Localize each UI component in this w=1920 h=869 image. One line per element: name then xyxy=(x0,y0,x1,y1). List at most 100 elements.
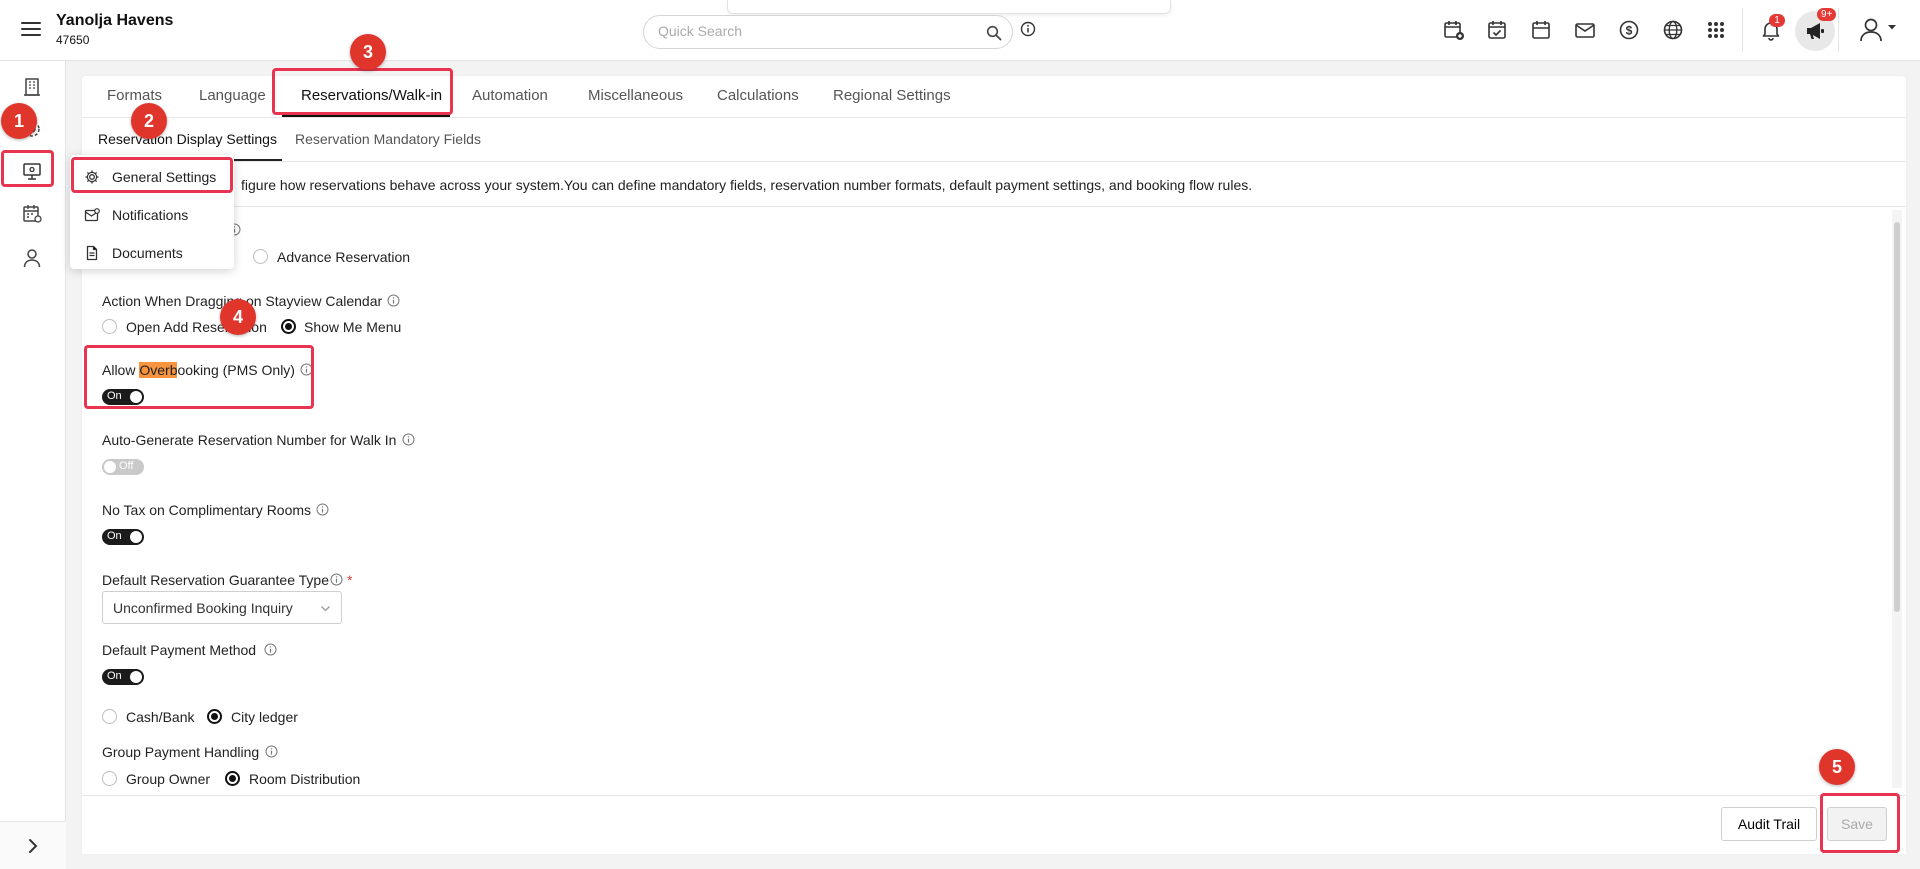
top-header: Yanolja Havens 47650 $ 1 9+ xyxy=(0,0,1920,61)
info-icon[interactable] xyxy=(300,363,313,376)
footer-divider xyxy=(82,795,1906,796)
room-distribution-label: Room Distribution xyxy=(249,771,361,787)
step-marker: 3 xyxy=(350,34,386,70)
label-text: Allow xyxy=(102,362,140,378)
svg-text:$: $ xyxy=(1626,24,1633,38)
menu-item-documents[interactable]: Documents xyxy=(70,235,234,271)
advance-reservation-radio[interactable] xyxy=(253,249,268,264)
cash-bank-radio[interactable] xyxy=(102,709,117,724)
tab-calculations[interactable]: Calculations xyxy=(717,87,799,104)
search-highlight: Overb xyxy=(139,362,178,378)
toggle-state: On xyxy=(107,390,122,402)
city-ledger-label: City ledger xyxy=(231,709,298,725)
header-divider xyxy=(1742,8,1743,52)
step-marker: 2 xyxy=(131,103,167,139)
info-icon[interactable] xyxy=(387,294,400,307)
required-marker: * xyxy=(347,572,353,588)
scrollbar-thumb[interactable] xyxy=(1894,222,1900,612)
building-icon[interactable] xyxy=(21,76,43,98)
info-icon[interactable] xyxy=(264,643,277,656)
payment-method-label: Default Payment Method xyxy=(102,642,257,658)
subtab-reservation-display-settings[interactable]: Reservation Display Settings xyxy=(98,131,277,147)
menu-item-notifications[interactable]: Notifications xyxy=(70,197,234,233)
calendar-add-icon[interactable] xyxy=(1442,18,1466,42)
expand-sidebar-icon[interactable] xyxy=(24,837,42,855)
left-rail xyxy=(0,61,66,869)
advance-reservation-label: Advance Reservation xyxy=(277,249,411,265)
collapsed-panel xyxy=(727,0,1171,14)
mail-notification-icon xyxy=(84,207,100,223)
info-icon[interactable] xyxy=(402,433,415,446)
save-button[interactable]: Save xyxy=(1827,807,1887,841)
apps-grid-icon[interactable] xyxy=(1704,18,1728,42)
toggle-knob xyxy=(130,391,142,403)
user-icon[interactable] xyxy=(21,247,43,269)
toggle-knob xyxy=(130,531,142,543)
calendar-check-icon[interactable] xyxy=(1485,18,1509,42)
menu-label: Documents xyxy=(112,245,183,261)
show-me-menu-label: Show Me Menu xyxy=(304,319,402,335)
menu-label: General Settings xyxy=(112,169,217,185)
divider xyxy=(82,206,1906,207)
step-marker: 5 xyxy=(1819,749,1855,785)
group-payment-label: Group Payment Handling xyxy=(102,744,260,760)
globe-icon[interactable] xyxy=(1661,18,1685,42)
hotel-id: 47650 xyxy=(56,33,90,47)
tab-miscellaneous[interactable]: Miscellaneous xyxy=(588,87,683,104)
no-tax-toggle[interactable]: On xyxy=(102,529,144,545)
toggle-state: On xyxy=(107,530,122,542)
user-menu[interactable] xyxy=(1858,16,1898,44)
auto-generate-toggle[interactable]: Off xyxy=(102,459,144,475)
chevron-down-icon xyxy=(320,603,331,614)
group-owner-radio[interactable] xyxy=(102,771,117,786)
mail-icon[interactable] xyxy=(1573,18,1597,42)
tab-automation[interactable]: Automation xyxy=(472,87,548,104)
tab-reservations-walk-in[interactable]: Reservations/Walk-in xyxy=(301,87,442,104)
info-icon[interactable] xyxy=(330,573,343,586)
dollar-icon[interactable]: $ xyxy=(1617,18,1641,42)
menu-item-general-settings[interactable]: General Settings xyxy=(70,159,234,195)
cash-bank-label: Cash/Bank xyxy=(126,709,195,725)
toggle-state: On xyxy=(107,670,122,682)
monitor-icon[interactable] xyxy=(21,160,43,182)
hamburger-menu-icon[interactable] xyxy=(20,18,42,40)
tab-language[interactable]: Language xyxy=(199,87,266,104)
settings-content xyxy=(82,117,1906,854)
payment-method-toggle[interactable]: On xyxy=(102,669,144,685)
city-ledger-radio[interactable] xyxy=(207,709,222,724)
step-marker: 4 xyxy=(220,299,256,335)
guarantee-type-value: Unconfirmed Booking Inquiry xyxy=(113,600,293,616)
menu-label: Notifications xyxy=(112,207,189,223)
quick-search-input[interactable] xyxy=(658,23,958,39)
tab-formats[interactable]: Formats xyxy=(107,87,162,104)
calendar-icon[interactable] xyxy=(1529,18,1553,42)
rail-footer xyxy=(0,821,66,869)
quick-search-box xyxy=(643,15,1013,49)
show-me-menu-radio[interactable] xyxy=(281,319,296,334)
step-marker: 1 xyxy=(1,103,37,139)
toggle-knob xyxy=(130,671,142,683)
search-icon[interactable] xyxy=(986,25,1002,41)
header-divider xyxy=(1838,8,1839,52)
announcement-badge: 9+ xyxy=(1817,8,1837,21)
info-icon[interactable] xyxy=(316,503,329,516)
document-icon xyxy=(84,245,100,261)
guarantee-type-select[interactable]: Unconfirmed Booking Inquiry xyxy=(102,591,342,624)
room-distribution-radio[interactable] xyxy=(225,771,240,786)
info-icon[interactable] xyxy=(265,745,278,758)
auto-generate-label: Auto-Generate Reservation Number for Wal… xyxy=(102,432,397,448)
notification-badge: 1 xyxy=(1769,14,1785,27)
allow-overbooking-label: Allow Overbooking (PMS Only) xyxy=(102,362,295,378)
calendar-list-icon[interactable] xyxy=(21,203,43,225)
settings-dropdown-menu: General Settings Notifications Documents xyxy=(70,155,234,269)
section-description: figure how reservations behave across yo… xyxy=(241,177,1253,193)
allow-overbooking-toggle[interactable]: On xyxy=(102,389,144,405)
gear-icon xyxy=(84,169,100,185)
tab-regional-settings[interactable]: Regional Settings xyxy=(833,87,951,104)
toggle-knob xyxy=(104,461,116,473)
subtab-reservation-mandatory-fields[interactable]: Reservation Mandatory Fields xyxy=(295,131,481,147)
audit-trail-button[interactable]: Audit Trail xyxy=(1721,807,1817,841)
search-info-icon[interactable] xyxy=(1020,21,1036,37)
toggle-state: Off xyxy=(119,460,134,472)
open-add-reservation-radio[interactable] xyxy=(102,319,117,334)
